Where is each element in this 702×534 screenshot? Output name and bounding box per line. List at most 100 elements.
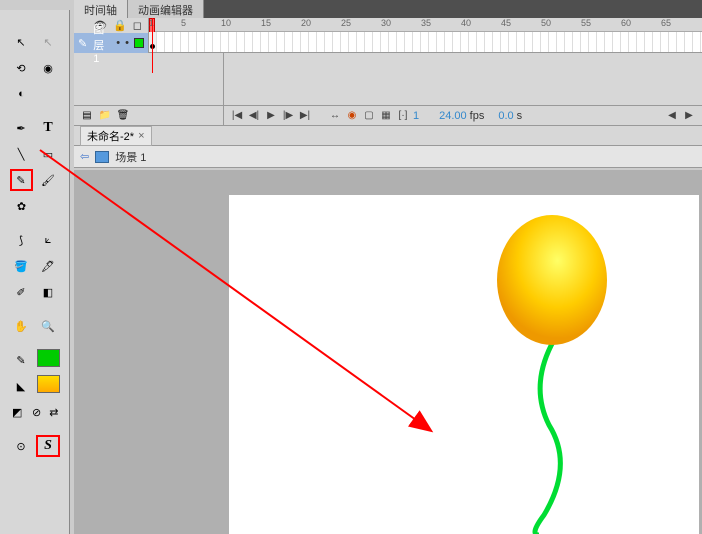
tab-motion-editor[interactable]: 动画编辑器 [128, 0, 204, 18]
frame[interactable] [181, 32, 189, 52]
frame[interactable] [605, 32, 613, 52]
brush-tool[interactable]: 🖌 [37, 169, 60, 191]
modify-markers-button[interactable]: [·] [396, 109, 410, 123]
layer-visible-dot[interactable]: • [116, 37, 120, 49]
black-white-swatch[interactable]: ◩ [10, 401, 25, 423]
outline-icon[interactable]: ◻ [133, 19, 142, 32]
frame[interactable] [389, 32, 397, 52]
frame[interactable] [421, 32, 429, 52]
line-tool[interactable]: ╲ [10, 143, 33, 165]
frame[interactable] [397, 32, 405, 52]
new-folder-button[interactable]: 📁 [98, 109, 112, 123]
ink-bottle-tool[interactable]: 🖋 [37, 255, 60, 277]
frame[interactable] [653, 32, 661, 52]
frame[interactable] [501, 32, 509, 52]
fill-color-swatch[interactable] [37, 375, 60, 393]
frame[interactable] [309, 32, 317, 52]
goto-first-button[interactable]: |◀ [230, 109, 244, 123]
frame[interactable] [557, 32, 565, 52]
frame[interactable] [573, 32, 581, 52]
frames-row[interactable] [149, 32, 702, 52]
frame[interactable] [445, 32, 453, 52]
pencil-tool[interactable]: ✎ [10, 169, 33, 191]
bone-tool[interactable]: ⟆ [10, 229, 33, 251]
edit-multi-button[interactable]: ▦ [379, 109, 393, 123]
frame[interactable] [205, 32, 213, 52]
free-transform-tool[interactable]: ⟲ [10, 57, 33, 79]
selection-tool[interactable]: ↖ [10, 31, 33, 53]
frame[interactable] [589, 32, 597, 52]
keyframe[interactable] [149, 32, 157, 52]
rectangle-tool[interactable]: ▭ [37, 143, 60, 165]
stroke-color-swatch[interactable] [37, 349, 60, 367]
frame[interactable] [669, 32, 677, 52]
frame[interactable] [629, 32, 637, 52]
new-layer-button[interactable]: ▤ [80, 109, 94, 123]
frame[interactable] [189, 32, 197, 52]
smooth-option[interactable]: S [36, 435, 59, 457]
frame[interactable] [317, 32, 325, 52]
3d-rotation-tool[interactable]: ◉ [37, 57, 60, 79]
frame[interactable] [677, 32, 685, 52]
center-frame-button[interactable]: ↔ [328, 109, 342, 123]
frame[interactable] [293, 32, 301, 52]
play-button[interactable]: ▶ [264, 109, 278, 123]
frame[interactable] [517, 32, 525, 52]
frame[interactable] [373, 32, 381, 52]
timeline-scroll-right[interactable]: ▶ [682, 109, 696, 123]
frame[interactable] [693, 32, 701, 52]
frame[interactable] [645, 32, 653, 52]
layer-outline-color[interactable] [134, 38, 144, 48]
frame[interactable] [157, 32, 165, 52]
frame[interactable] [381, 32, 389, 52]
frame[interactable] [197, 32, 205, 52]
tab-timeline[interactable]: 时间轴 [74, 0, 128, 18]
frame[interactable] [341, 32, 349, 52]
subselection-tool[interactable]: ↖ [37, 31, 60, 53]
frame[interactable] [237, 32, 245, 52]
frame[interactable] [325, 32, 333, 52]
frame[interactable] [541, 32, 549, 52]
frame[interactable] [365, 32, 373, 52]
snap-option[interactable]: ⊙ [10, 435, 33, 457]
frame[interactable] [485, 32, 493, 52]
frame[interactable] [661, 32, 669, 52]
stage[interactable] [229, 195, 699, 534]
frame[interactable] [565, 32, 573, 52]
timeline-ruler[interactable]: 15101520253035404550556065 [149, 18, 702, 32]
frame[interactable] [525, 32, 533, 52]
swap-colors[interactable]: ⇄ [48, 401, 59, 423]
frame[interactable] [301, 32, 309, 52]
lock-icon[interactable]: 🔒 [113, 19, 127, 32]
goto-last-button[interactable]: ▶| [298, 109, 312, 123]
frame[interactable] [229, 32, 237, 52]
frame[interactable] [165, 32, 173, 52]
step-back-button[interactable]: ◀| [247, 109, 261, 123]
frame[interactable] [429, 32, 437, 52]
deco-tool[interactable]: ✿ [10, 195, 34, 217]
frame[interactable] [173, 32, 181, 52]
no-color-swatch[interactable]: ⊘ [29, 401, 44, 423]
frame[interactable] [357, 32, 365, 52]
frame[interactable] [469, 32, 477, 52]
frame[interactable] [253, 32, 261, 52]
layer-row[interactable]: ✎ 图层 1 • • [74, 33, 148, 53]
frame[interactable] [213, 32, 221, 52]
frame[interactable] [533, 32, 541, 52]
bind-tool[interactable]: ⟀ [37, 229, 60, 251]
frame[interactable] [461, 32, 469, 52]
eyedropper-tool[interactable]: ✐ [10, 281, 33, 303]
zoom-tool[interactable]: 🔍 [37, 315, 60, 337]
frame[interactable] [477, 32, 485, 52]
frame[interactable] [613, 32, 621, 52]
onion-skin-button[interactable]: ◉ [345, 109, 359, 123]
layer-lock-dot[interactable]: • [125, 37, 129, 49]
text-tool[interactable]: T [37, 117, 60, 139]
frame[interactable] [277, 32, 285, 52]
frame[interactable] [405, 32, 413, 52]
frame[interactable] [437, 32, 445, 52]
frame[interactable] [221, 32, 229, 52]
frame[interactable] [493, 32, 501, 52]
step-forward-button[interactable]: |▶ [281, 109, 295, 123]
onion-outline-button[interactable]: ▢ [362, 109, 376, 123]
